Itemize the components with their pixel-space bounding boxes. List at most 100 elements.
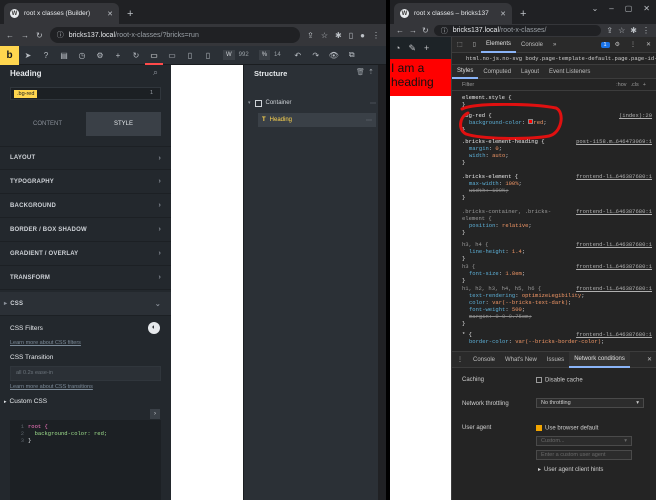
redo-icon[interactable]: ↷ <box>307 51 325 60</box>
forward-icon[interactable]: → <box>21 31 29 40</box>
dashboard-icon[interactable]: ◔ <box>395 43 400 53</box>
extensions-icon[interactable]: ✱ <box>630 26 637 35</box>
undo-icon[interactable]: ↶ <box>289 51 307 60</box>
rule-bricks-container[interactable]: frontend-li…646387680:1 .bricks-containe… <box>462 208 656 236</box>
more-icon[interactable]: ⋯ <box>370 100 376 107</box>
expand-caret-icon[interactable]: ▾ <box>248 100 251 106</box>
customize-brush-icon[interactable]: ✎ <box>408 43 416 54</box>
tab-event-listeners[interactable]: Event Listeners <box>544 65 595 79</box>
tab-computed[interactable]: Computed <box>478 65 516 79</box>
add-element-icon[interactable]: + <box>109 51 127 60</box>
maximize-icon[interactable]: ▢ <box>625 4 633 13</box>
transition-input[interactable]: all 0.2s ease-in <box>10 366 161 381</box>
rule-headings[interactable]: frontend-li…646387680:1 h1, h2, h3, h4, … <box>462 285 656 327</box>
issues-badge[interactable]: 1 <box>600 41 610 48</box>
drawer-tab-issues[interactable]: Issues <box>542 352 569 368</box>
tablet-landscape-icon[interactable]: ▭ <box>163 51 181 60</box>
settings-gear-icon[interactable]: ⚙ <box>610 37 625 53</box>
help-icon[interactable]: ? <box>37 51 55 60</box>
chevron-down-icon[interactable]: ⌄ <box>592 4 599 13</box>
rule-bricks-element-heading[interactable]: post-1158.m…646473069:1 .bricks-element-… <box>462 138 656 166</box>
percent-input[interactable]: 14 <box>270 50 285 60</box>
custom-ua-select[interactable]: Custom... ▾ <box>536 436 632 446</box>
forward-icon[interactable]: → <box>409 26 417 35</box>
back-icon[interactable]: ← <box>396 26 404 35</box>
device-toggle-icon[interactable]: ▯ <box>468 37 481 53</box>
rule-h3-h4[interactable]: frontend-li…646387680:1 h3, h4 { line-he… <box>462 241 656 262</box>
rule-source[interactable]: frontend-li…646387680:1 <box>576 208 652 215</box>
close-window-icon[interactable]: ✕ <box>643 4 650 13</box>
rule-source[interactable]: frontend-li…646387680:1 <box>576 263 652 270</box>
hov-toggle[interactable]: :hov <box>616 82 626 88</box>
rule-source[interactable]: post-1158.m…646473069:1 <box>576 138 652 145</box>
custom-ua-input[interactable]: Enter a custom user agent <box>536 450 632 460</box>
view-page-icon[interactable]: ⧉ <box>343 50 361 60</box>
tablet-portrait-icon[interactable]: ▯ <box>181 51 199 60</box>
new-tab-icon[interactable]: + <box>127 8 133 20</box>
rule-universal[interactable]: frontend-li…646387680:1 * { border-color… <box>462 331 656 345</box>
preview-icon[interactable]: 👁 <box>325 51 343 60</box>
rule-source[interactable]: (index):20 <box>619 112 652 119</box>
back-icon[interactable]: ← <box>6 31 14 40</box>
new-rule-icon[interactable]: + <box>643 82 646 88</box>
settings-gear-icon[interactable]: ⚙ <box>91 51 109 60</box>
right-url-field[interactable]: ⓘ bricks137.local/root-x-classes/ <box>433 25 602 36</box>
close-tab-icon[interactable]: ✕ <box>500 10 506 18</box>
builder-canvas[interactable] <box>171 65 243 500</box>
section-typography[interactable]: TYPOGRAPHY › <box>0 170 171 194</box>
client-hints-toggle[interactable]: ▸ User agent client hints <box>538 466 603 473</box>
menu-icon[interactable]: ⋮ <box>372 31 380 40</box>
rule-bricks-element[interactable]: frontend-li…646387680:1 .bricks-element … <box>462 173 656 201</box>
filter-input[interactable]: Filter <box>462 82 474 88</box>
reload-icon[interactable]: ↻ <box>36 31 43 40</box>
rule-h3[interactable]: frontend-li…646387680:1 h3 { font-size: … <box>462 263 656 284</box>
tab-layout[interactable]: Layout <box>516 65 544 79</box>
use-browser-default-checkbox[interactable]: Use browser default <box>536 425 598 432</box>
devtools-menu-icon[interactable]: ⋮ <box>625 37 641 53</box>
rule-source[interactable]: frontend-li…646387680:1 <box>576 331 652 338</box>
class-selector[interactable]: .bg-red 1 <box>10 87 161 100</box>
share-icon[interactable]: ⇪ <box>307 31 314 40</box>
extensions-icon[interactable]: ✱ <box>335 31 342 40</box>
desktop-breakpoint-icon[interactable]: ▭ <box>145 46 163 65</box>
reload-icon[interactable]: ↻ <box>422 26 429 35</box>
drawer-tab-whats-new[interactable]: What's New <box>500 352 542 368</box>
class-chip[interactable]: .bg-red <box>14 90 38 98</box>
section-layout[interactable]: LAYOUT › <box>0 146 171 170</box>
drawer-tab-console[interactable]: Console <box>468 352 500 368</box>
section-css[interactable]: ▸ CSS ⌄ <box>0 292 171 316</box>
section-gradient[interactable]: GRADIENT / OVERLAY › <box>0 242 171 266</box>
drawer-tab-network-conditions[interactable]: Network conditions <box>569 351 630 368</box>
learn-filters-link[interactable]: Learn more about CSS filters <box>10 340 81 346</box>
pages-icon[interactable]: ▤ <box>55 51 73 60</box>
throttling-select[interactable]: No throttling ▾ <box>536 398 644 408</box>
rule-source[interactable]: frontend-li…646387680:1 <box>576 173 652 180</box>
collapse-icon[interactable]: ⇡ <box>368 68 374 76</box>
cls-toggle[interactable]: .cls <box>631 82 639 88</box>
disable-cache-checkbox[interactable]: Disable cache <box>536 377 583 384</box>
bricks-logo[interactable]: b <box>0 45 19 65</box>
close-tab-icon[interactable]: ✕ <box>107 10 113 18</box>
bookmark-star-icon[interactable]: ☆ <box>618 26 625 35</box>
new-icon[interactable]: + <box>424 43 429 53</box>
close-drawer-icon[interactable]: ✕ <box>642 352 656 368</box>
structure-item-container[interactable]: ▾ Container ⋯ <box>248 96 376 110</box>
tab-styles[interactable]: Styles <box>452 65 479 79</box>
share-icon[interactable]: ⇪ <box>606 26 613 35</box>
css-filters-toggle[interactable]: ◐ <box>148 322 160 334</box>
tab-style[interactable]: STYLE <box>86 112 161 136</box>
tab-elements[interactable]: Elements <box>480 37 516 53</box>
section-border[interactable]: BORDER / BOX SHADOW › <box>0 218 171 242</box>
rule-source[interactable]: frontend-li…646387680:1 <box>576 285 652 292</box>
tab-content[interactable]: CONTENT <box>10 112 85 136</box>
minimize-icon[interactable]: – <box>609 4 613 13</box>
more-tabs-icon[interactable]: » <box>548 37 561 53</box>
inspect-icon[interactable]: ⬚ <box>452 37 468 53</box>
new-tab-icon[interactable]: + <box>520 8 526 20</box>
select-cursor-icon[interactable]: ➤ <box>19 51 37 60</box>
tab-console[interactable]: Console <box>516 37 548 53</box>
section-transform[interactable]: TRANSFORM › <box>0 266 171 290</box>
expand-editor-button[interactable]: › <box>150 409 160 419</box>
mobile-icon[interactable]: ▯ <box>199 51 217 60</box>
left-browser-tab[interactable]: W root x classes (Builder) ✕ <box>4 3 119 24</box>
